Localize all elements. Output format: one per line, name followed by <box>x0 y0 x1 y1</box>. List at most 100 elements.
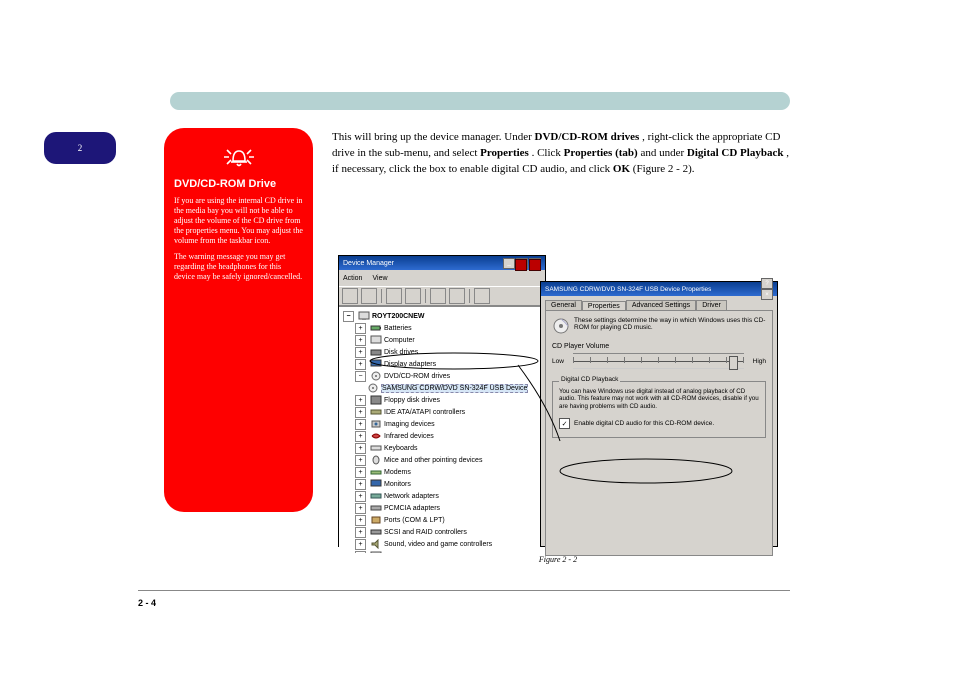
checkbox-icon[interactable]: ✓ <box>559 418 570 429</box>
enable-digital-checkbox-row[interactable]: ✓ Enable digital CD audio for this CD-RO… <box>559 418 759 429</box>
tree-node[interactable]: Mice and other pointing devices <box>384 457 482 464</box>
expand-icon[interactable]: + <box>355 551 366 554</box>
expand-icon[interactable]: + <box>355 455 366 466</box>
ide-icon <box>370 407 382 417</box>
tree-node[interactable]: DVD/CD-ROM drives <box>384 373 450 380</box>
expand-icon[interactable]: + <box>355 395 366 406</box>
expand-icon[interactable]: + <box>355 323 366 334</box>
toolbar-sep <box>381 289 382 303</box>
checkbox-label: Enable digital CD audio for this CD-ROM … <box>574 420 714 427</box>
expand-icon[interactable]: + <box>355 431 366 442</box>
scsi-icon <box>370 527 382 537</box>
expand-icon[interactable]: + <box>355 443 366 454</box>
tab-driver[interactable]: Driver <box>696 300 727 310</box>
tree-node[interactable]: Ports (COM & LPT) <box>384 517 445 524</box>
toolbar-sep <box>425 289 426 303</box>
tree-node[interactable]: Floppy disk drives <box>384 397 440 404</box>
collapse-icon[interactable]: − <box>355 371 366 382</box>
warning-box: DVD/CD-ROM Drive If you are using the in… <box>164 128 313 512</box>
body-b4: Digital CD Playback <box>687 147 784 159</box>
group-legend: Digital CD Playback <box>559 376 620 383</box>
tree-node[interactable]: Imaging devices <box>384 421 435 428</box>
tree-node[interactable]: IDE ATA/ATAPI controllers <box>384 409 465 416</box>
infrared-icon <box>370 431 382 441</box>
minimize-button[interactable]: _ <box>503 258 515 269</box>
collapse-icon[interactable]: − <box>343 311 354 322</box>
tab-body: These settings determine the way in whic… <box>545 310 773 556</box>
sound-icon <box>370 539 382 549</box>
tree-node[interactable]: Sound, video and game controllers <box>384 541 492 548</box>
expand-icon[interactable]: + <box>355 515 366 526</box>
high-label: High <box>753 358 766 365</box>
tab-advanced[interactable]: Advanced Settings <box>626 300 696 310</box>
expand-icon[interactable]: + <box>355 407 366 418</box>
ports-icon <box>370 515 382 525</box>
body-b1: DVD/CD-ROM drives <box>535 131 640 143</box>
view-icon[interactable] <box>386 288 402 304</box>
back-icon[interactable] <box>342 288 358 304</box>
cd-icon <box>367 383 379 393</box>
properties-icon[interactable] <box>405 288 421 304</box>
step-badge: 2 <box>44 132 116 164</box>
section-header-bar <box>170 92 790 110</box>
tree-node[interactable]: Batteries <box>384 325 412 332</box>
expand-icon[interactable]: + <box>355 503 366 514</box>
figure-caption: Figure 2 - 2 <box>338 555 778 564</box>
body-b5: OK <box>613 163 630 175</box>
mouse-icon <box>370 455 382 465</box>
computer-icon <box>358 311 370 321</box>
digital-playback-group: Digital CD Playback You can have Windows… <box>552 381 766 438</box>
menu-view[interactable]: View <box>372 275 387 282</box>
cd-icon <box>552 317 570 335</box>
tab-general[interactable]: General <box>545 300 582 310</box>
volume-slider[interactable] <box>573 353 744 369</box>
tray-icons <box>515 259 541 271</box>
monitor-icon <box>370 479 382 489</box>
footer-rule <box>138 590 790 591</box>
tree-root[interactable]: ROYT200CNEW <box>372 313 425 320</box>
help-button[interactable]: ? <box>761 278 773 289</box>
tree-node-selected[interactable]: SAMSUNG CDRW/DVD SN-324F USB Device <box>381 384 528 393</box>
tree-node[interactable]: Disk drives <box>384 349 418 356</box>
tree-node[interactable]: SCSI and RAID controllers <box>384 529 467 536</box>
group-text: You can have Windows use digital instead… <box>559 388 759 410</box>
body-b3: Properties (tab) <box>564 147 638 159</box>
tree-node[interactable]: Infrared devices <box>384 433 434 440</box>
expand-icon[interactable]: + <box>355 359 366 370</box>
remove-icon[interactable] <box>449 288 465 304</box>
low-label: Low <box>552 358 564 365</box>
tree-node[interactable]: Computer <box>384 337 415 344</box>
expand-icon[interactable]: + <box>355 527 366 538</box>
expand-icon[interactable]: + <box>355 539 366 550</box>
refresh-icon[interactable] <box>430 288 446 304</box>
badge-number: 2 <box>78 143 83 153</box>
expand-icon[interactable]: + <box>355 467 366 478</box>
tree-node[interactable]: Network adapters <box>384 493 439 500</box>
close-button[interactable]: × <box>761 289 773 300</box>
pcmcia-icon <box>370 503 382 513</box>
tree-node[interactable]: PCMCIA adapters <box>384 505 440 512</box>
window-titlebar: SAMSUNG CDRW/DVD SN-324F USB Device Prop… <box>541 282 777 296</box>
disk-icon <box>370 347 382 357</box>
warning-para2: The warning message you may get regardin… <box>174 252 303 282</box>
expand-icon[interactable]: + <box>355 419 366 430</box>
tree-node[interactable]: Monitors <box>384 481 411 488</box>
volume-slider-row: Low High <box>552 353 766 369</box>
scan-icon[interactable] <box>474 288 490 304</box>
expand-icon[interactable]: + <box>355 347 366 358</box>
body-t1: This will bring up the device manager. U… <box>332 131 535 143</box>
forward-icon[interactable] <box>361 288 377 304</box>
device-tree[interactable]: − ROYT200CNEW + Batteries + Computer + Disk … <box>339 306 545 553</box>
menu-bar[interactable]: Action View <box>339 270 545 286</box>
expand-icon[interactable]: + <box>355 479 366 490</box>
tree-node[interactable]: Display adapters <box>384 361 436 368</box>
expand-icon[interactable]: + <box>355 491 366 502</box>
tree-node[interactable]: System devices <box>384 553 433 554</box>
battery-icon <box>370 323 382 333</box>
tab-strip: General Properties Advanced Settings Dri… <box>545 300 773 310</box>
tree-node[interactable]: Modems <box>384 469 411 476</box>
expand-icon[interactable]: + <box>355 335 366 346</box>
tree-node[interactable]: Keyboards <box>384 445 417 452</box>
menu-action[interactable]: Action <box>343 275 362 282</box>
slider-thumb[interactable] <box>729 356 738 370</box>
